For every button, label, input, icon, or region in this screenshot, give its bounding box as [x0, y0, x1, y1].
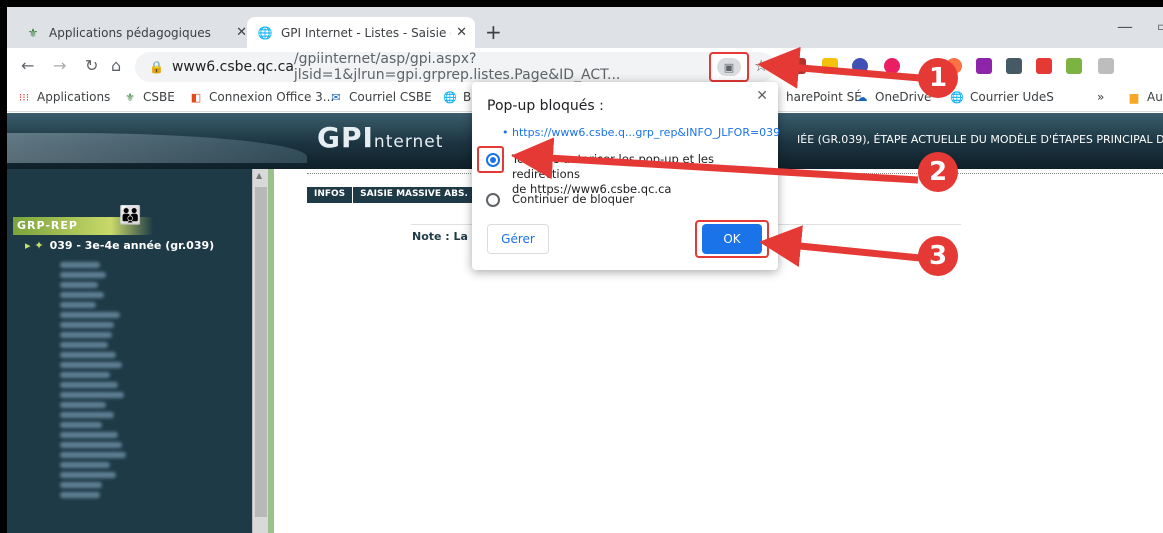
bookmark-applications[interactable]: ⁝⁝⁝ Applications: [17, 90, 111, 104]
manage-button[interactable]: Gérer: [487, 224, 549, 254]
sidebar-scrollbar[interactable]: ▲: [252, 169, 268, 533]
minimize-icon[interactable]: —: [1117, 17, 1133, 36]
radio-keep-blocking-label: Continuer de bloquer: [512, 192, 635, 206]
blurred-student-name: [60, 452, 126, 458]
radio-always-allow-label: Toujours autoriser les pop-up et les red…: [512, 152, 714, 196]
blurred-student-name: [60, 422, 102, 428]
extension-icon[interactable]: [852, 58, 868, 74]
cloud-icon: ☁: [856, 90, 868, 104]
blurred-student-name: [60, 462, 110, 468]
blurred-student-name: [60, 342, 108, 348]
expand-icon[interactable]: ▸ ✦: [25, 239, 44, 252]
extension-icon[interactable]: [1036, 58, 1052, 74]
forward-arrow-icon[interactable]: →: [53, 56, 66, 75]
blurred-student-name: [60, 282, 98, 288]
blurred-student-name: [60, 382, 118, 388]
bookmark-sharepoint[interactable]: harePoint SÉ: [786, 90, 862, 104]
school-favicon-icon: ⚜: [27, 25, 39, 40]
current-step-text: IÉE (GR.039), ÉTAPE ACTUELLE DU MODÈLE D…: [797, 133, 1163, 146]
address-bar[interactable]: 🔒 www6.csbe.qc.ca/gpiinternet/asp/gpi.as…: [135, 51, 775, 83]
blurred-student-name: [60, 402, 106, 408]
back-arrow-icon[interactable]: ←: [21, 56, 34, 75]
tab-applications-pedagogiques[interactable]: ⚜ Applications pédagogiques ✕: [15, 17, 255, 48]
close-icon[interactable]: ✕: [756, 88, 768, 104]
blurred-student-name: [60, 302, 96, 308]
step-badge-3: 3: [918, 236, 958, 276]
sidebar-item-group[interactable]: ▸ ✦ 039 - 3e-4e année (gr.039): [25, 239, 214, 252]
radio-keep-blocking[interactable]: Continuer de bloquer: [486, 192, 634, 207]
content-separator: [268, 169, 274, 533]
radio-highlight-box: [477, 146, 504, 173]
bookmarks-overflow[interactable]: »: [1097, 90, 1104, 104]
bookmark-folder[interactable]: ▆Aut: [1127, 90, 1163, 104]
dialog-title: Pop-up bloqués :: [487, 98, 604, 114]
lock-icon[interactable]: 🔒: [149, 60, 164, 74]
reload-icon[interactable]: ↻: [85, 56, 98, 75]
home-icon[interactable]: ⌂: [111, 56, 121, 75]
group-people-icon: 👪: [119, 205, 142, 226]
blurred-student-name: [60, 292, 104, 298]
blurred-student-name: [60, 322, 114, 328]
extension-icon[interactable]: [1006, 58, 1022, 74]
folder-icon: ▆: [1129, 90, 1139, 104]
header-swoosh: [7, 133, 307, 163]
globe-icon: 🌐: [443, 90, 457, 104]
outlook-icon: ✉: [331, 90, 341, 104]
ok-highlight-box: [695, 220, 769, 258]
tab-gpi-internet[interactable]: 🌐 GPI Internet - Listes - Saisie des p ✕: [247, 17, 475, 48]
popup-blocked-icon[interactable]: ▣: [709, 52, 749, 82]
scroll-thumb[interactable]: [255, 187, 267, 517]
scroll-up-icon[interactable]: ▲: [256, 171, 262, 180]
blurred-student-name: [60, 272, 106, 278]
globe-icon: 🌐: [257, 25, 273, 40]
school-icon: ⚜: [125, 90, 135, 104]
blurred-student-name: [60, 492, 100, 498]
blurred-student-name: [60, 332, 112, 338]
popup-blocked-glyph-icon: ▣: [717, 58, 741, 76]
bookmark-csbe[interactable]: ⚜ CSBE: [123, 90, 175, 104]
blurred-student-name: [60, 362, 122, 368]
note-text: Note : La l: [412, 230, 476, 243]
gpi-logo: GPInternet: [317, 121, 444, 154]
blurred-student-name: [60, 432, 118, 438]
radio-button[interactable]: [486, 193, 500, 207]
bookmark-onedrive[interactable]: ☁ OneDrive: [855, 90, 932, 104]
blurred-student-name: [60, 392, 124, 398]
new-tab-button[interactable]: +: [485, 20, 502, 44]
extension-icon[interactable]: [1098, 58, 1114, 74]
maximize-icon[interactable]: ▭: [1157, 19, 1163, 35]
close-icon[interactable]: ✕: [236, 25, 247, 40]
extension-icon[interactable]: [976, 58, 992, 74]
blurred-student-name: [60, 482, 102, 488]
tab-saisie-massive[interactable]: SAISIE MASSIVE ABS.: [353, 187, 476, 203]
blurred-student-name: [60, 352, 116, 358]
blurred-student-name: [60, 412, 114, 418]
apps-grid-icon: ⁝⁝⁝: [18, 90, 30, 104]
office-icon: ◧: [190, 90, 202, 104]
bookmark-star-icon[interactable]: ☆: [754, 56, 768, 75]
extension-icon[interactable]: [884, 58, 900, 74]
blurred-student-name: [60, 442, 122, 448]
bookmark-office[interactable]: ◧ Connexion Office 3...: [189, 90, 334, 104]
blurred-student-name: [60, 472, 116, 478]
tab-strip: ⚜ Applications pédagogiques ✕ 🌐 GPI Inte…: [7, 7, 1163, 48]
tab-infos[interactable]: INFOS: [307, 187, 354, 203]
extension-icon[interactable]: [1066, 58, 1082, 74]
bookmark-courriel-csbe[interactable]: ✉ Courriel CSBE: [329, 90, 431, 104]
blurred-student-name: [60, 312, 120, 318]
step-badge-2: 2: [918, 152, 958, 192]
extension-icon[interactable]: [790, 58, 806, 74]
blurred-student-name: [60, 262, 100, 268]
blocked-popup-link[interactable]: • https://www6.csbe.q...grp_rep&INFO_JLF…: [502, 126, 780, 139]
radio-always-allow[interactable]: Toujours autoriser les pop-up et les red…: [486, 152, 778, 197]
close-icon[interactable]: ✕: [456, 25, 467, 40]
step-badge-1: 1: [918, 58, 958, 98]
bookmark-b[interactable]: 🌐 B: [443, 90, 471, 104]
bookmark-courrier-udes[interactable]: 🌐 Courrier UdeS: [950, 90, 1054, 104]
extension-icon[interactable]: [822, 58, 838, 74]
blurred-student-name: [60, 372, 110, 378]
page-tabs: INFOS SAISIE MASSIVE ABS.: [307, 187, 476, 203]
